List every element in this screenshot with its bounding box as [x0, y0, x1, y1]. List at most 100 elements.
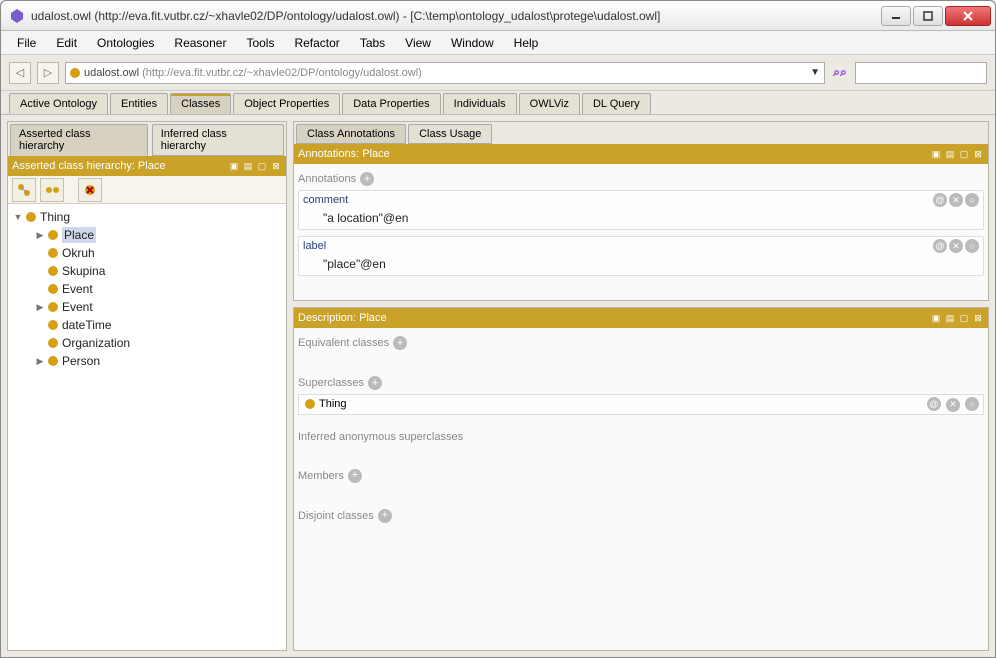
tab-class-annotations[interactable]: Class Annotations	[296, 124, 406, 144]
annotations-panel-title: Annotations: Place	[298, 148, 390, 160]
ontology-label: udalost.owl	[84, 67, 139, 79]
tab-dl-query[interactable]: DL Query	[582, 93, 651, 114]
add-sibling-button[interactable]	[40, 178, 64, 202]
hierarchy-toolbar	[8, 176, 286, 204]
tab-asserted-hierarchy[interactable]: Asserted class hierarchy	[10, 124, 148, 156]
annotation-value: "a location"@en	[299, 209, 983, 229]
tab-inferred-hierarchy[interactable]: Inferred class hierarchy	[152, 124, 284, 156]
class-tree[interactable]: ▼ Thing ▶ Place Okruh Skupina Event ▶ Event dat…	[8, 204, 286, 650]
annotate-icon[interactable]: @	[933, 193, 947, 207]
tree-expand-icon[interactable]: ▶	[34, 353, 46, 369]
ontology-icon	[70, 68, 80, 78]
panel-detach-icon[interactable]: ▢	[958, 148, 970, 160]
menu-edit[interactable]: Edit	[46, 34, 87, 52]
panel-close-icon[interactable]: ⊠	[972, 312, 984, 324]
tab-data-properties[interactable]: Data Properties	[342, 93, 440, 114]
superclass-row[interactable]: Thing @ ✕ ○	[298, 394, 984, 415]
panel-detach-icon[interactable]: ▢	[958, 312, 970, 324]
annotations-panel-header: Annotations: Place ▣ ▤ ▢ ⊠	[294, 144, 988, 164]
delete-icon[interactable]: ○	[965, 397, 979, 411]
add-disjoint-button[interactable]: +	[378, 509, 392, 523]
tree-node[interactable]: Event	[62, 299, 93, 315]
tree-node[interactable]: Person	[62, 353, 100, 369]
class-icon	[48, 338, 58, 348]
superclasses-label: Superclasses	[298, 377, 364, 389]
minimize-button[interactable]	[881, 6, 911, 26]
edit-icon[interactable]: ✕	[946, 398, 960, 412]
app-icon	[9, 8, 25, 24]
nav-forward-button[interactable]: ▷	[37, 62, 59, 84]
close-button[interactable]	[945, 6, 991, 26]
tab-classes[interactable]: Classes	[170, 93, 231, 114]
search-icon[interactable]: ⌕⌕	[831, 64, 849, 82]
tree-node[interactable]: Okruh	[62, 245, 95, 261]
panel-pin-icon[interactable]: ▣	[930, 148, 942, 160]
class-icon	[305, 399, 315, 409]
hierarchy-panel-header: Asserted class hierarchy: Place ▣ ▤ ▢ ⊠	[8, 156, 286, 176]
panel-pin-icon[interactable]: ▣	[228, 160, 240, 172]
tree-node[interactable]: Skupina	[62, 263, 105, 279]
delete-class-button[interactable]	[78, 178, 102, 202]
annotations-section-label: Annotations	[298, 173, 356, 185]
menu-file[interactable]: File	[7, 34, 46, 52]
titlebar: udalost.owl (http://eva.fit.vutbr.cz/~xh…	[1, 1, 995, 31]
menu-view[interactable]: View	[395, 34, 441, 52]
tree-node[interactable]: Event	[62, 281, 93, 297]
edit-icon[interactable]: ✕	[949, 239, 963, 253]
ontology-uri: (http://eva.fit.vutbr.cz/~xhavle02/DP/on…	[142, 67, 422, 79]
main-tab-bar: Active Ontology Entities Classes Object …	[1, 91, 995, 115]
panel-split-icon[interactable]: ▤	[944, 312, 956, 324]
panel-split-icon[interactable]: ▤	[944, 148, 956, 160]
hierarchy-panel-title: Asserted class hierarchy: Place	[12, 160, 165, 172]
nav-back-button[interactable]: ◁	[9, 62, 31, 84]
menu-tools[interactable]: Tools	[236, 34, 284, 52]
inferred-superclasses-label: Inferred anonymous superclasses	[298, 431, 463, 443]
annotate-icon[interactable]: @	[933, 239, 947, 253]
add-subclass-button[interactable]	[12, 178, 36, 202]
tab-entities[interactable]: Entities	[110, 93, 168, 114]
menubar: File Edit Ontologies Reasoner Tools Refa…	[1, 31, 995, 55]
tree-expand-icon[interactable]: ▶	[34, 227, 46, 243]
tab-class-usage[interactable]: Class Usage	[408, 124, 492, 144]
ontology-dropdown[interactable]: udalost.owl (http://eva.fit.vutbr.cz/~xh…	[65, 62, 825, 84]
panel-pin-icon[interactable]: ▣	[930, 312, 942, 324]
menu-tabs[interactable]: Tabs	[350, 34, 395, 52]
tree-node[interactable]: Place	[62, 227, 96, 243]
menu-help[interactable]: Help	[504, 34, 549, 52]
tab-owlviz[interactable]: OWLViz	[519, 93, 580, 114]
tab-individuals[interactable]: Individuals	[443, 93, 517, 114]
panel-detach-icon[interactable]: ▢	[256, 160, 268, 172]
menu-ontologies[interactable]: Ontologies	[87, 34, 164, 52]
class-icon	[48, 230, 58, 240]
tab-active-ontology[interactable]: Active Ontology	[9, 93, 108, 114]
search-input[interactable]	[855, 62, 987, 84]
menu-window[interactable]: Window	[441, 34, 504, 52]
annotation-key: label	[303, 240, 326, 252]
tree-expand-icon[interactable]: ▼	[12, 209, 24, 225]
menu-refactor[interactable]: Refactor	[284, 34, 349, 52]
tree-expand-icon[interactable]: ▶	[34, 299, 46, 315]
delete-icon[interactable]: ○	[965, 239, 979, 253]
tree-node[interactable]: Organization	[62, 335, 130, 351]
tree-node[interactable]: dateTime	[62, 317, 112, 333]
delete-icon[interactable]: ○	[965, 193, 979, 207]
edit-icon[interactable]: ✕	[949, 193, 963, 207]
panel-close-icon[interactable]: ⊠	[972, 148, 984, 160]
add-superclass-button[interactable]: +	[368, 376, 382, 390]
maximize-button[interactable]	[913, 6, 943, 26]
annotations-panel: Class Annotations Class Usage Annotation…	[293, 121, 989, 301]
disjoint-classes-label: Disjoint classes	[298, 510, 374, 522]
panel-close-icon[interactable]: ⊠	[270, 160, 282, 172]
menu-reasoner[interactable]: Reasoner	[164, 34, 236, 52]
add-member-button[interactable]: +	[348, 469, 362, 483]
annotate-icon[interactable]: @	[927, 397, 941, 411]
equivalent-classes-label: Equivalent classes	[298, 337, 389, 349]
tree-node-thing[interactable]: Thing	[40, 209, 70, 225]
class-icon	[48, 356, 58, 366]
class-icon	[48, 248, 58, 258]
add-equivalent-button[interactable]: +	[393, 336, 407, 350]
tab-object-properties[interactable]: Object Properties	[233, 93, 340, 114]
add-annotation-button[interactable]: +	[360, 172, 374, 186]
superclass-value: Thing	[319, 398, 347, 410]
panel-split-icon[interactable]: ▤	[242, 160, 254, 172]
